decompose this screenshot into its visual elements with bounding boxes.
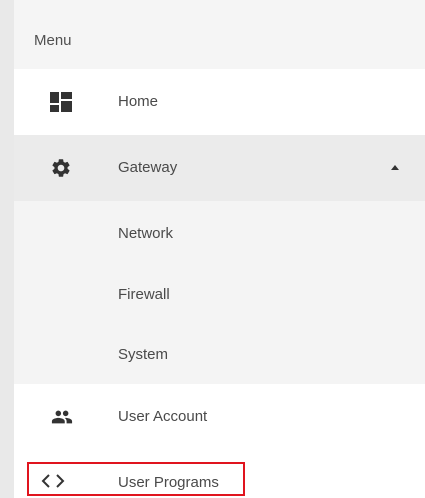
sidebar-item-home[interactable]: Home <box>14 69 425 135</box>
gear-icon <box>52 159 70 177</box>
sidebar-subitem-system[interactable]: System <box>14 322 425 388</box>
sidebar-subitem-label: Firewall <box>118 286 170 303</box>
chevron-up-icon[interactable] <box>391 165 399 170</box>
sidebar-menu: Menu Home Gateway Network Firewall Syste… <box>14 0 425 498</box>
menu-title: Menu <box>34 32 72 49</box>
people-icon <box>51 410 73 424</box>
sidebar-item-user-account[interactable]: User Account <box>14 384 425 450</box>
page-left-edge <box>0 0 14 498</box>
dashboard-icon <box>50 92 72 112</box>
sidebar-subitem-label: System <box>118 346 169 363</box>
sidebar-subitem-firewall[interactable]: Firewall <box>14 262 425 328</box>
highlight-annotation <box>27 462 245 496</box>
sidebar-subitem-label: Network <box>118 225 174 242</box>
sidebar-item-gateway[interactable]: Gateway <box>14 135 425 201</box>
sidebar-item-label: User Account <box>118 408 208 425</box>
sidebar-item-label: Gateway <box>118 159 178 176</box>
sidebar-subitem-network[interactable]: Network <box>14 201 425 267</box>
menu-header: Menu <box>14 2 425 69</box>
sidebar-item-label: Home <box>118 93 159 110</box>
